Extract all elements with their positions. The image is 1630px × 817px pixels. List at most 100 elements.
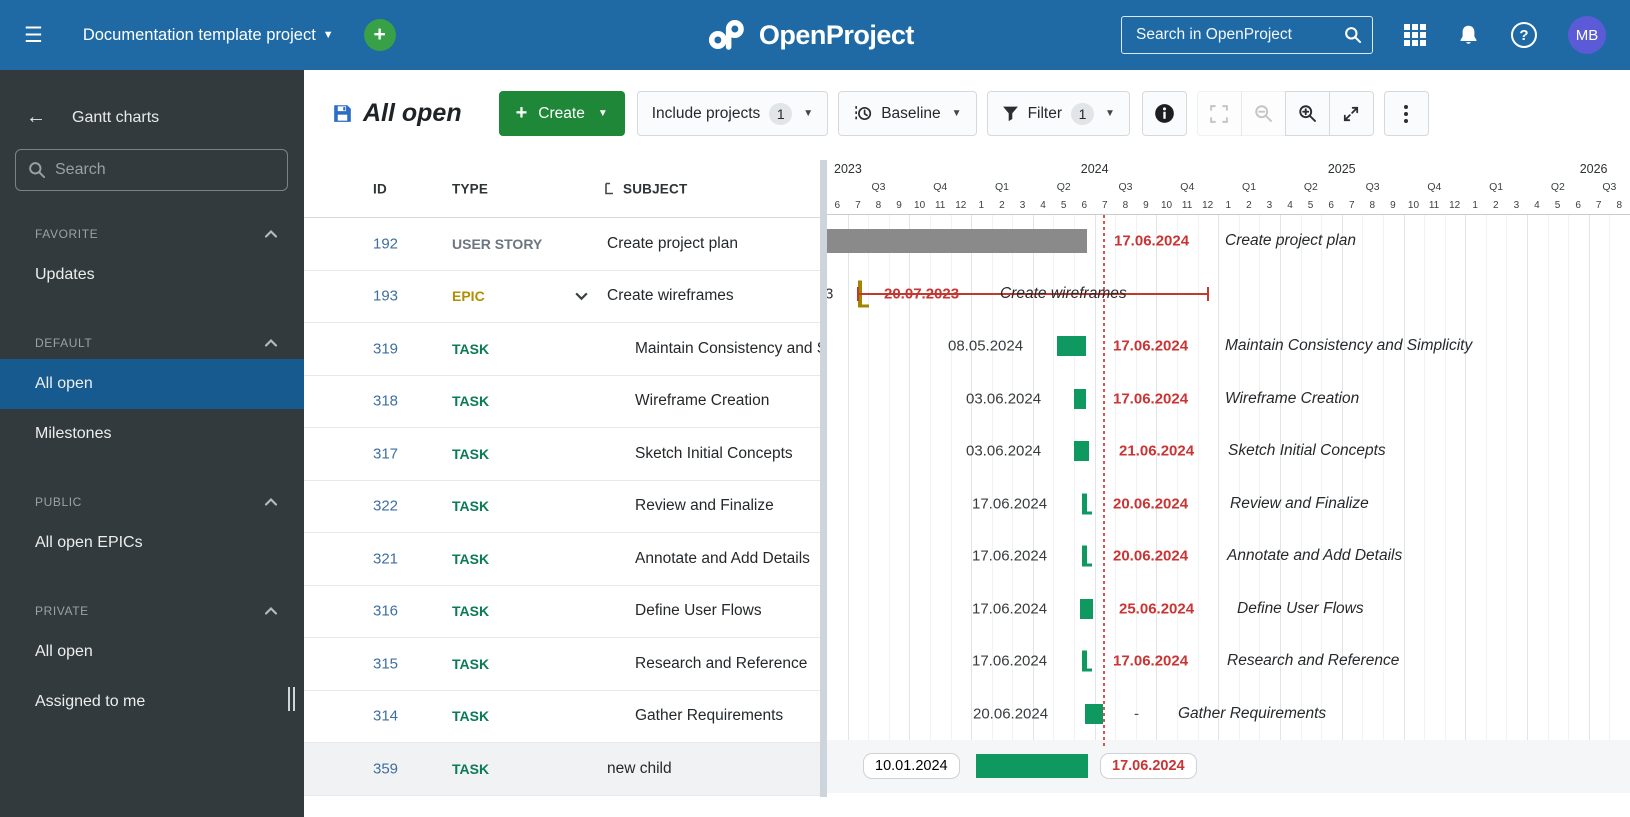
global-search-input[interactable]	[1136, 26, 1344, 44]
subject-label[interactable]: Wireframe Creation	[635, 392, 769, 410]
save-view-icon[interactable]	[333, 104, 352, 123]
table-row[interactable]: 317 TASK Sketch Initial Concepts	[304, 428, 820, 481]
hamburger-menu-icon[interactable]: ☰	[24, 25, 43, 46]
work-package-id-link[interactable]: 322	[373, 498, 398, 515]
zoom-out-button[interactable]	[1240, 91, 1286, 136]
work-package-id-link[interactable]: 317	[373, 445, 398, 462]
table-row[interactable]: 314 TASK Gather Requirements	[304, 691, 820, 743]
project-selector[interactable]: Documentation template project ▼	[83, 26, 334, 45]
work-package-id-link[interactable]: 315	[373, 655, 398, 672]
table-gantt-splitter[interactable]	[820, 160, 827, 797]
subject-label[interactable]: Review and Finalize	[635, 497, 774, 515]
table-row[interactable]: 315 TASK Research and Reference	[304, 638, 820, 691]
sidebar-item-all-open-epics[interactable]: All open EPICs	[0, 518, 304, 568]
chevron-down-icon[interactable]	[574, 291, 589, 302]
sidebar-search-box[interactable]	[15, 149, 288, 191]
subject-label[interactable]: Gather Requirements	[635, 707, 783, 725]
back-arrow-icon[interactable]: ←	[26, 106, 46, 129]
subject-label[interactable]: Create project plan	[607, 235, 738, 253]
help-icon[interactable]: ?	[1511, 22, 1537, 48]
subject-label[interactable]: Maintain Consistency and Simplicity	[635, 340, 820, 358]
table-row[interactable]: 322 TASK Review and Finalize	[304, 481, 820, 533]
sidebar-resize-handle[interactable]	[288, 687, 295, 711]
gantt-row[interactable]: 17.06.2024 20.06.2024 Review and Finalize	[827, 478, 1630, 531]
gantt-row[interactable]: 03.06.2024 17.06.2024 Wireframe Creation	[827, 373, 1630, 426]
gantt-bar[interactable]	[1074, 441, 1089, 462]
baseline-button[interactable]: Baseline ▼	[838, 91, 977, 136]
work-package-id-link[interactable]: 319	[373, 340, 398, 357]
chevron-up-icon[interactable]	[264, 338, 278, 348]
column-header-id[interactable]: ID	[373, 181, 387, 196]
gantt-bar[interactable]	[1080, 598, 1093, 619]
gantt-row[interactable]: 3 20.07.2023 Create wireframes	[827, 268, 1630, 321]
table-row[interactable]: 321 TASK Annotate and Add Details	[304, 533, 820, 586]
sidebar-item-all-open[interactable]: All open	[0, 627, 304, 677]
work-package-id-link[interactable]: 359	[373, 760, 398, 777]
subject-label[interactable]: new child	[607, 760, 672, 778]
sidebar-item-milestones[interactable]: Milestones	[0, 409, 304, 459]
gantt-bar[interactable]	[1057, 336, 1086, 357]
work-package-id-link[interactable]: 314	[373, 708, 398, 725]
table-row[interactable]: 319 TASK Maintain Consistency and Simplici…	[304, 323, 820, 376]
gantt-bar[interactable]	[827, 229, 1087, 254]
sidebar-section-heading[interactable]: PRIVATE	[0, 595, 304, 627]
table-row[interactable]: 316 TASK Define User Flows	[304, 586, 820, 638]
work-package-id-link[interactable]: 318	[373, 393, 398, 410]
table-row[interactable]: 192 USER STORY Create project plan	[304, 218, 820, 271]
clamped-bar-marker[interactable]	[1082, 650, 1092, 672]
sidebar-item-all-open[interactable]: All open	[0, 359, 304, 409]
info-button[interactable]	[1141, 91, 1187, 136]
table-row[interactable]: 318 TASK Wireframe Creation	[304, 376, 820, 428]
user-avatar[interactable]: MB	[1568, 16, 1606, 54]
zoom-in-button[interactable]	[1284, 91, 1330, 136]
fullscreen-expand-button[interactable]	[1328, 91, 1374, 136]
sidebar-section-heading[interactable]: PUBLIC	[0, 486, 304, 518]
notifications-bell-icon[interactable]	[1457, 24, 1480, 47]
sidebar-section-heading[interactable]: DEFAULT	[0, 327, 304, 359]
filter-button[interactable]: Filter 1 ▼	[986, 91, 1130, 136]
more-options-kebab-button[interactable]	[1383, 91, 1429, 136]
work-package-id-link[interactable]: 193	[373, 288, 398, 305]
quick-add-button[interactable]: +	[363, 19, 396, 51]
table-row[interactable]: 193 EPIC Create wireframes	[304, 271, 820, 323]
gantt-row[interactable]: 17.06.2024 20.06.2024 Annotate and Add Det…	[827, 530, 1630, 583]
zoom-fit-button[interactable]	[1196, 91, 1242, 136]
subject-label[interactable]: Annotate and Add Details	[635, 550, 810, 568]
subject-label[interactable]: Research and Reference	[635, 655, 807, 673]
work-package-id-link[interactable]: 316	[373, 603, 398, 620]
apps-grid-icon[interactable]	[1404, 24, 1426, 46]
work-package-id-link[interactable]: 192	[373, 235, 398, 252]
end-date-chip[interactable]: 17.06.2024	[1100, 753, 1197, 780]
gantt-row[interactable]: 08.05.2024 17.06.2024 Maintain Consistency…	[827, 320, 1630, 373]
sidebar-section-heading[interactable]: FAVORITE	[0, 218, 304, 250]
chevron-up-icon[interactable]	[264, 497, 278, 507]
create-button[interactable]: + Create ▼	[498, 91, 625, 136]
sidebar-item-updates[interactable]: Updates	[0, 250, 304, 300]
start-date-chip[interactable]: 10.01.2024	[863, 753, 960, 780]
gantt-bar[interactable]	[1085, 703, 1103, 724]
gantt-bar[interactable]	[1074, 388, 1086, 409]
work-package-id-link[interactable]: 321	[373, 550, 398, 567]
table-row[interactable]: 359 TASK new child	[304, 743, 820, 796]
chevron-up-icon[interactable]	[264, 606, 278, 616]
subject-label[interactable]: Sketch Initial Concepts	[635, 445, 793, 463]
column-header-type[interactable]: TYPE	[452, 181, 488, 196]
subject-label[interactable]: Create wireframes	[607, 287, 734, 305]
gantt-bar[interactable]	[976, 754, 1088, 779]
subject-label[interactable]: Define User Flows	[635, 602, 762, 620]
include-projects-button[interactable]: Include projects 1 ▼	[636, 91, 829, 136]
gantt-row[interactable]: 17.06.2024 17.06.2024 Research and Referen…	[827, 635, 1630, 688]
gantt-row[interactable]: 17.06.2024 Create project plan	[827, 215, 1630, 268]
column-header-subject[interactable]: SUBJECT	[603, 181, 687, 196]
chevron-up-icon[interactable]	[264, 229, 278, 239]
clamped-bar-marker[interactable]	[1082, 545, 1092, 567]
sidebar-search-input[interactable]	[55, 161, 275, 179]
gantt-row[interactable]: 10.01.2024 17.06.2024	[827, 740, 1630, 793]
search-icon[interactable]	[1344, 26, 1362, 44]
gantt-row[interactable]: 20.06.2024 - Gather Requirements	[827, 688, 1630, 741]
sidebar-item-assigned-to-me[interactable]: Assigned to me	[0, 677, 304, 727]
global-search-box[interactable]	[1121, 16, 1373, 54]
clamped-bar-marker[interactable]	[1082, 493, 1092, 515]
openproject-logo[interactable]: OpenProject	[708, 0, 914, 70]
gantt-row[interactable]: 17.06.2024 25.06.2024 Define User Flows	[827, 583, 1630, 636]
